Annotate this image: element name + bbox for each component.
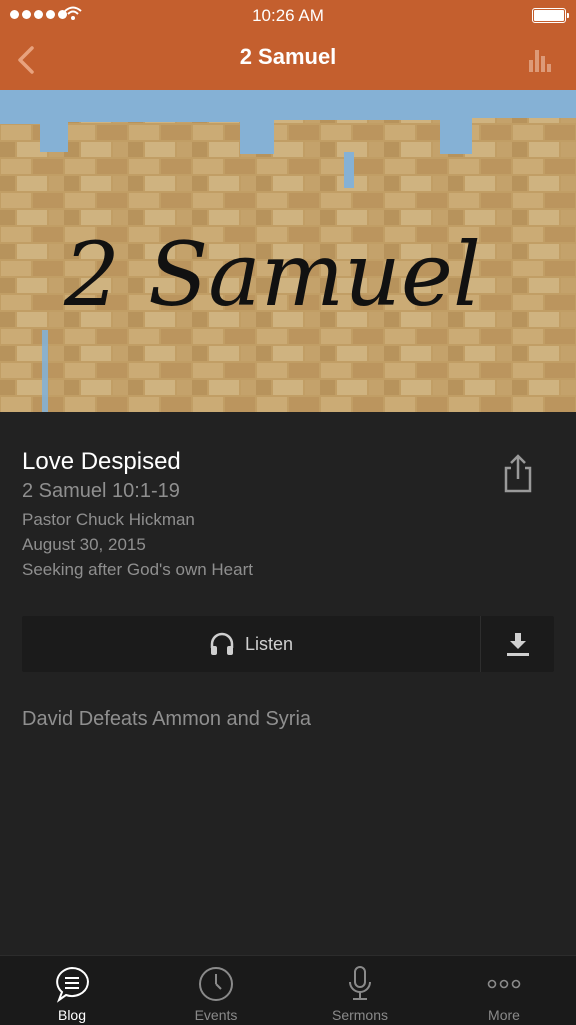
sermon-description: David Defeats Ammon and Syria <box>22 708 312 730</box>
listen-button[interactable]: Listen <box>22 616 480 672</box>
speaker-name: Pastor Chuck Hickman <box>22 510 195 529</box>
tab-sermons[interactable]: Sermons <box>288 956 432 1025</box>
series-name: Seeking after God's own Heart <box>22 560 253 579</box>
tab-more[interactable]: More <box>432 956 576 1025</box>
status-time: 10:26 AM <box>252 6 324 25</box>
sermon-title: Love Despised <box>22 448 181 475</box>
microphone-icon <box>349 966 371 1000</box>
more-dots-icon <box>487 979 521 989</box>
tab-blog[interactable]: Blog <box>0 956 144 1025</box>
audio-levels-icon[interactable] <box>528 46 554 72</box>
status-bar: 10:26 AM <box>0 0 576 30</box>
page-title: 2 Samuel <box>239 44 337 69</box>
tab-events-label: Events <box>194 1007 238 1023</box>
scripture-reference: 2 Samuel 10:1-19 <box>22 480 180 502</box>
navigation-bar: 10:26 AM 2 Samuel <box>0 0 576 90</box>
tab-blog-label: Blog <box>57 1007 87 1023</box>
chat-bubble-icon <box>56 966 89 1003</box>
headphones-icon <box>210 632 234 655</box>
sermon-date: August 30, 2015 <box>22 535 146 554</box>
stone-wall-image: 2 Samuel <box>0 90 576 412</box>
clock-icon <box>199 967 233 1001</box>
tab-events[interactable]: Events <box>144 956 288 1025</box>
share-icon[interactable] <box>500 452 536 494</box>
series-title-art: 2 Samuel <box>63 223 481 326</box>
series-artwork: 2 Samuel <box>0 90 576 412</box>
listen-label: Listen <box>244 633 294 654</box>
tab-bar: Blog Events Sermons More <box>0 955 576 1025</box>
tab-more-label: More <box>488 1007 520 1023</box>
battery-icon <box>532 8 569 23</box>
audio-actions: Listen <box>22 616 554 672</box>
tab-sermons-label: Sermons <box>331 1007 389 1023</box>
download-button[interactable] <box>481 616 554 672</box>
download-icon <box>506 633 529 656</box>
